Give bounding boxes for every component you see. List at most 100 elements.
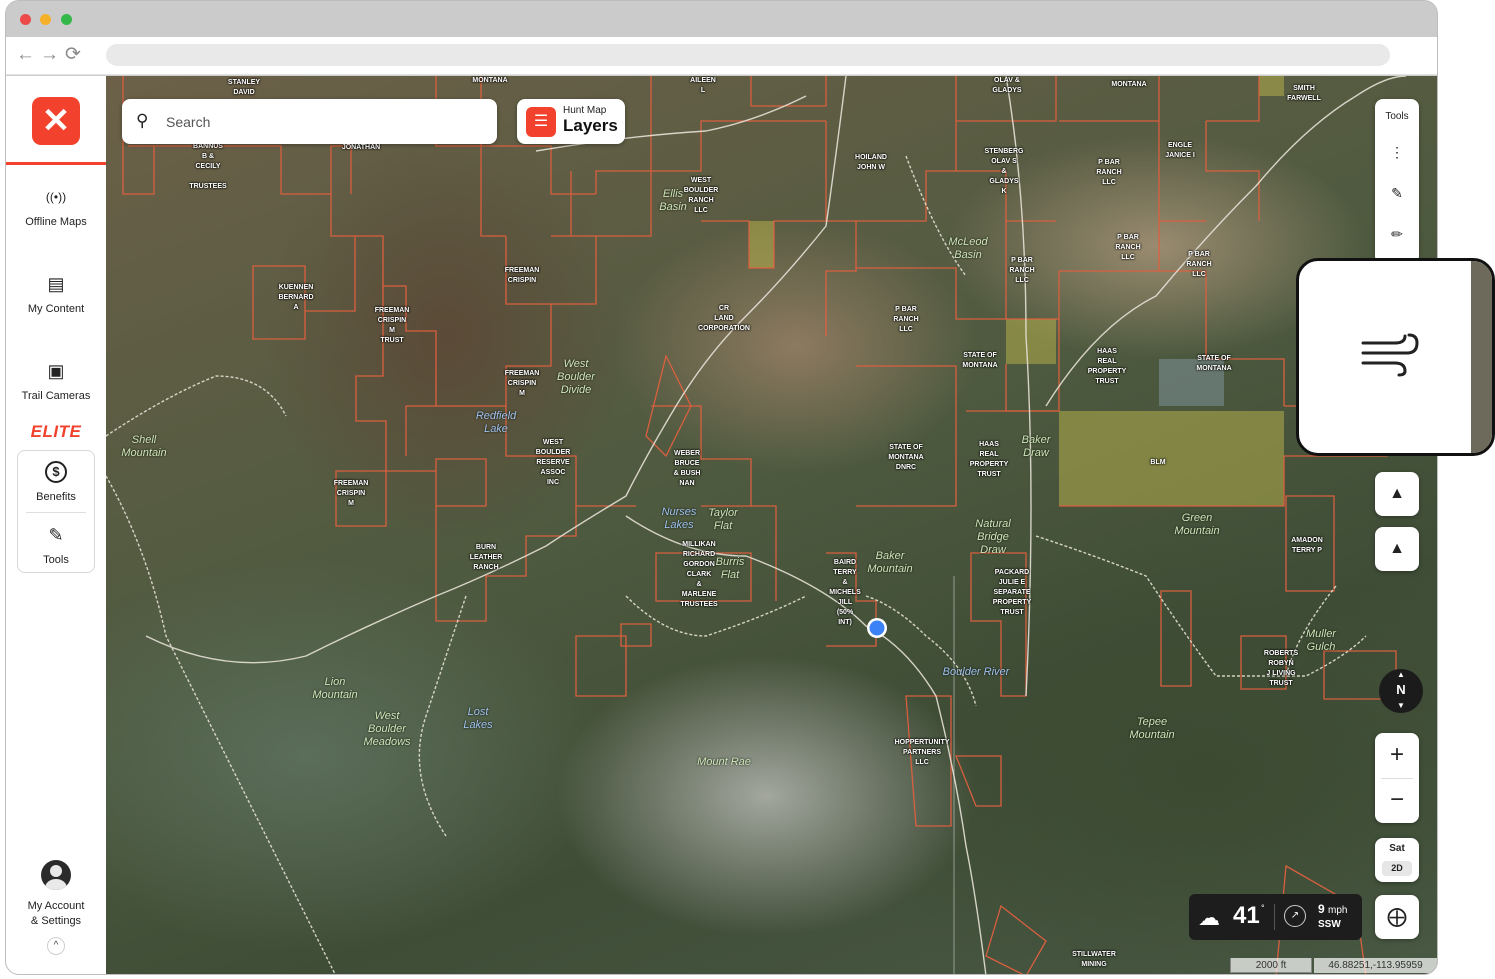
sidebar-item-benefits[interactable]: $ Benefits [6,461,106,503]
minimize-window-dot[interactable] [40,14,51,25]
map-canvas[interactable]: STANLEY DAVID MONTANA AILEEN L OLAV & GLADYS MO… [106,76,1437,974]
search-box[interactable]: ⚲ [122,99,497,144]
account-label-1: My Account [27,900,85,912]
sidebar-item-trail-cameras[interactable]: ▣ Trail Cameras [6,360,106,402]
terrain-3d-button[interactable]: ▲ [1375,472,1419,516]
parcel-owner-label[interactable]: HOPPERTUNITY PARTNERS LLC [895,738,950,768]
mountain-icon[interactable]: ▲ [1375,527,1419,571]
parcel-owner-label[interactable]: P BAR RANCH LLC [1096,158,1121,188]
compass-up-icon: ▲ [1397,670,1405,679]
sidebar-item-label: My Content [27,303,85,315]
parcel-owner-label[interactable]: STATE OF MONTANA DNRC [888,443,923,473]
sidebar: ✕ ((•)) Offline Maps ▤ My Content ▣ Trai… [6,76,106,974]
parcel-owner-label[interactable]: P BAR RANCH LLC [1186,250,1211,280]
compass[interactable]: ▲ N ▼ [1379,669,1423,713]
parcel-owner-label[interactable]: OLAV & GLADYS [992,76,1021,96]
logo-underline [6,162,106,165]
parcel-owner-label[interactable]: BAIRD TERRY & MICHELS JILL (50% INT) [829,558,861,628]
place-name-label: Lost Lakes [463,706,493,731]
parcel-owner-label[interactable]: KUENNEN BERNARD A [279,283,314,313]
parcel-owner-label[interactable]: FREEMAN CRISPIN [505,266,540,286]
parcel-owner-label[interactable]: AMADON TERRY P [1291,536,1323,556]
parcel-owner-label[interactable]: STATE OF MONTANA [1196,354,1231,374]
search-input[interactable] [164,110,484,134]
tools-panel: Tools ⋮ ✎ ✏ [1375,99,1419,264]
parcel-owner-label[interactable]: HAAS REAL PROPERTY TRUST [1088,347,1127,387]
sidebar-item-label: Benefits [36,491,76,503]
view-mode-button[interactable]: 2D [1382,861,1412,876]
weather-widget[interactable]: ☁ 41 ° ↗ 9 mph SSW [1189,894,1362,940]
parcel-owner-label[interactable]: FREEMAN CRISPIN M [334,479,369,509]
parcel-owner-label[interactable]: STATE OF MONTANA [962,351,997,371]
parcel-owner-label[interactable]: ENGLE JANICE I [1165,141,1195,161]
compass-down-icon: ▼ [1397,701,1405,710]
parcel-owner-label[interactable]: STILLWATER MINING [1072,950,1116,970]
place-name-label: Lion Mountain [312,676,358,701]
reload-icon[interactable]: ⟳ [65,45,81,65]
browser-toolbar: ← → ⟳ [6,37,1437,75]
wind-unit: mph [1328,905,1348,916]
chevron-up-icon[interactable]: ^ [47,937,65,955]
parcel-owner-label[interactable]: AILEEN L [690,76,716,96]
back-arrow-icon[interactable]: ← [16,45,35,65]
close-window-dot[interactable] [20,14,31,25]
parcel-owner-label[interactable]: MILLIKAN RICHARD GORDON CLARK & MARLENE TRUSTE… [680,540,717,610]
divider [1381,778,1413,779]
place-name-label: Tepee Mountain [1129,716,1175,741]
place-name-label: Boulder River [942,666,1010,678]
wind-tool-callout[interactable] [1296,258,1495,456]
compass-north-label: N [1396,682,1406,697]
parcel-owner-label[interactable]: JONATHAN [342,143,380,153]
parcel-owner-label[interactable]: FREEMAN CRISPIN M TRUST [375,306,410,346]
address-bar[interactable] [106,44,1390,66]
place-name-label: Muller Gulch [1306,628,1336,653]
app-logo-icon[interactable]: ✕ [32,97,80,145]
parcel-owner-label[interactable]: TRUSTEES [189,182,226,192]
account-settings[interactable]: My Account & Settings ^ [6,860,106,955]
draw-shape-tool-icon[interactable]: ✏ [1375,226,1419,243]
place-name-label: Taylor Flat [708,507,738,532]
parcel-owner-label[interactable]: BURN LEATHER RANCH [470,543,503,573]
locate-me-icon[interactable]: ⨁ [1375,895,1419,939]
parcel-owner-label[interactable]: SMITH FARWELL [1287,84,1321,104]
route-tool-icon[interactable]: ⋮ [1375,144,1419,161]
parcel-owner-label[interactable]: HOILAND JOHN W [855,153,887,173]
temperature: 41 [1233,902,1260,929]
parcel-owner-label[interactable]: PACKARD JULIE E SEPARATE PROPERTY TRUST [993,568,1032,618]
divider [26,512,86,513]
parcel-owner-label[interactable]: FREEMAN CRISPIN M [505,369,540,399]
parcel-owner-label[interactable]: ROBERTS ROBYN J LIVING TRUST [1264,649,1298,689]
place-name-label: Burris Flat [715,556,745,581]
dollar-icon: $ [45,461,67,483]
parcel-owner-label[interactable]: P BAR RANCH LLC [893,305,918,335]
broadcast-icon: ((•)) [45,190,67,204]
parcel-owner-label[interactable]: BLM [1150,458,1165,468]
forward-arrow-icon[interactable]: → [40,45,59,65]
parcel-owner-label[interactable]: STANLEY DAVID [228,78,260,98]
place-name-label: Nurses Lakes [661,506,697,531]
sidebar-item-my-content[interactable]: ▤ My Content [6,273,106,315]
map-edge-strip [1471,261,1492,453]
parcel-owner-label[interactable]: BANNUS B & CECILY [193,142,223,172]
wind-direction-icon: ↗ [1284,905,1306,927]
parcel-owner-label[interactable]: P BAR RANCH LLC [1009,256,1034,286]
parcel-owner-label[interactable]: CR LAND CORPORATION [698,304,750,334]
parcel-owner-label[interactable]: MONTANA [1111,80,1146,90]
zoom-out-button[interactable]: − [1375,778,1419,823]
basemap-toggle[interactable]: Sat 2D [1375,838,1419,882]
parcel-owner-label[interactable]: HAAS REAL PROPERTY TRUST [970,440,1009,480]
sidebar-item-offline-maps[interactable]: ((•)) Offline Maps [6,186,106,228]
parcel-owner-label[interactable]: MONTANA [472,76,507,86]
search-icon: ⚲ [136,111,149,130]
wind-speed-value: 9 [1318,902,1325,916]
parcel-owner-label[interactable]: WEST BOULDER RANCH LLC [684,176,719,216]
hunt-map-layers-button[interactable]: ☰ Hunt Map Layers [517,99,625,144]
parcel-owner-label[interactable]: P BAR RANCH LLC [1115,233,1140,263]
parcel-owner-label[interactable]: STENBERG OLAV S & GLADYS K [985,147,1024,197]
draw-line-tool-icon[interactable]: ✎ [1375,185,1419,202]
zoom-in-button[interactable]: + [1375,733,1419,778]
sidebar-item-tools[interactable]: ✎ Tools [6,524,106,566]
parcel-owner-label[interactable]: WEST BOULDER RESERVE ASSOC INC [536,438,571,488]
parcel-owner-label[interactable]: WEBER BRUCE & BUSH NAN [674,449,701,489]
maximize-window-dot[interactable] [61,14,72,25]
